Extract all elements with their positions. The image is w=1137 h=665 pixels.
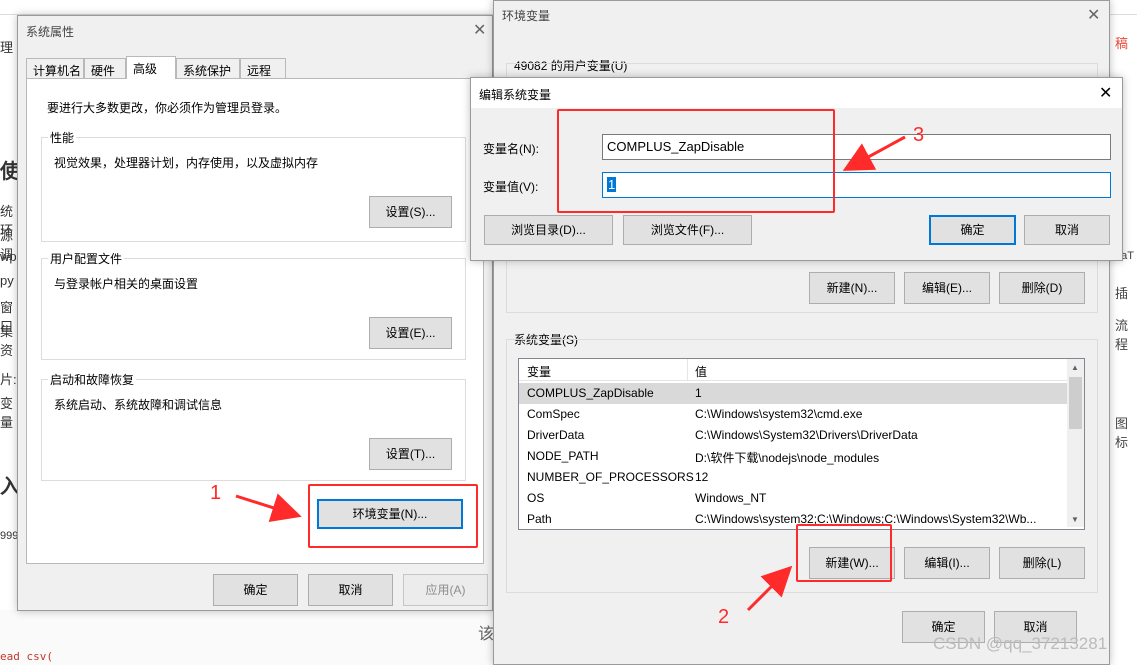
arrow-icon: [746, 565, 793, 612]
arrow-icon: [235, 493, 302, 523]
annotation-arrows: [235, 135, 906, 612]
tab-advanced[interactable]: 高级: [126, 56, 176, 79]
arrow-icon: [842, 135, 906, 171]
watermark: CSDN @qq_37213281: [933, 634, 1108, 653]
